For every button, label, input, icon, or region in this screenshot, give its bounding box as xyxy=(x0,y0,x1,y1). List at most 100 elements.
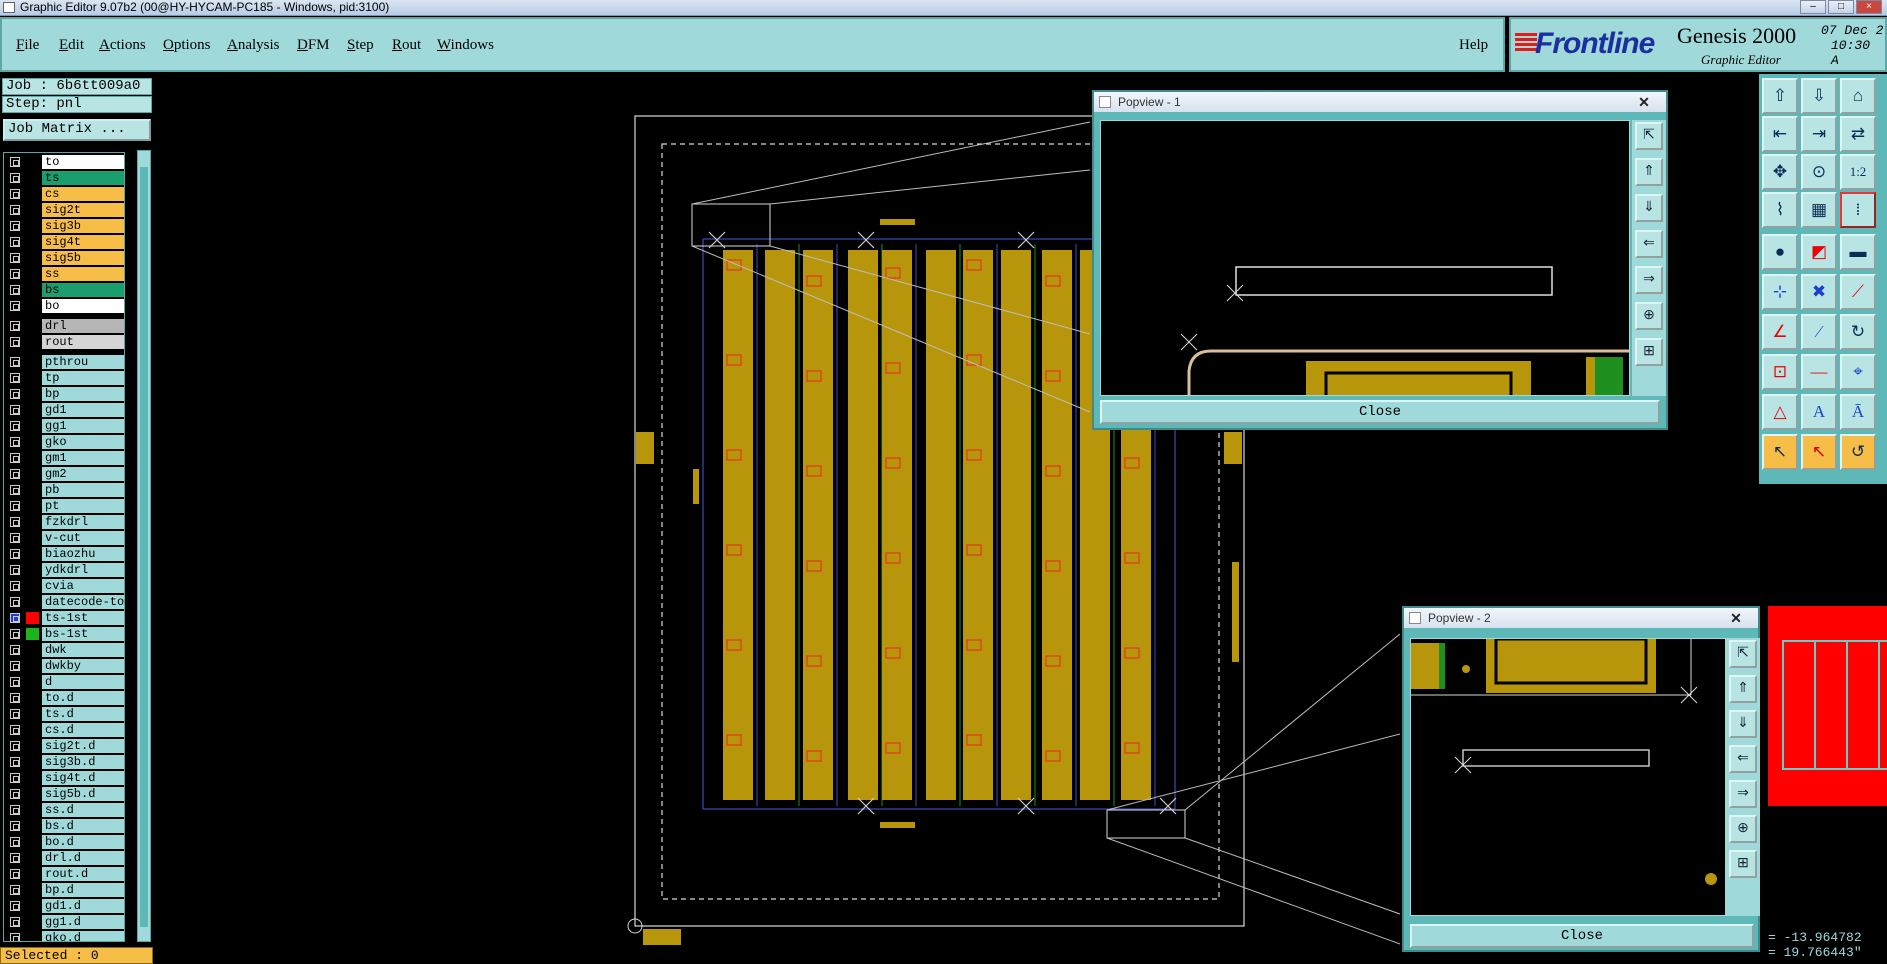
layer-row-pt[interactable]: pt xyxy=(4,499,124,513)
layer-checkbox[interactable] xyxy=(10,373,20,383)
job-matrix-button[interactable]: Job Matrix ... xyxy=(3,119,151,141)
barcode-icon[interactable]: ▬ xyxy=(1840,234,1876,270)
delete-feature-icon[interactable]: ✖ xyxy=(1801,274,1837,310)
layer-name[interactable]: to.d xyxy=(42,691,124,705)
pan-left-icon[interactable]: ⇐ xyxy=(1635,230,1663,258)
move-left-icon[interactable]: ⇤ xyxy=(1762,116,1798,152)
popview-1-close-button[interactable]: Close xyxy=(1100,400,1660,424)
layer-row-fzkdrl[interactable]: fzkdrl xyxy=(4,515,124,529)
layer-checkbox[interactable] xyxy=(10,357,20,367)
layer-name[interactable]: ts xyxy=(42,171,124,185)
pad-add-icon[interactable]: ⊡ xyxy=(1762,354,1798,390)
layer-row-pthrou[interactable]: pthrou xyxy=(4,355,124,369)
zoom-home-icon[interactable]: ⊞ xyxy=(1729,850,1757,878)
popview-1-viewport[interactable] xyxy=(1100,120,1630,396)
layer-checkbox[interactable] xyxy=(10,221,20,231)
layer-checkbox[interactable] xyxy=(10,821,20,831)
menu-help[interactable]: Help xyxy=(1459,37,1488,54)
layer-name[interactable]: tp xyxy=(42,371,124,385)
layer-name[interactable]: gg1 xyxy=(42,419,124,433)
layer-name[interactable]: sig3b.d xyxy=(42,755,124,769)
layer-row-bs[interactable]: bs xyxy=(4,283,124,297)
layer-checkbox[interactable] xyxy=(10,661,20,671)
layer-checkbox[interactable] xyxy=(10,757,20,767)
layer-checkbox[interactable] xyxy=(10,677,20,687)
layer-name[interactable]: gd1 xyxy=(42,403,124,417)
layer-name[interactable]: drl.d xyxy=(42,851,124,865)
layer-row-ydkdrl[interactable]: ydkdrl xyxy=(4,563,124,577)
layer-row-gd1[interactable]: gd1 xyxy=(4,403,124,417)
layer-row-sig4t[interactable]: sig4t xyxy=(4,235,124,249)
layer-name[interactable]: sig2t xyxy=(42,203,124,217)
menu-step[interactable]: Step xyxy=(347,37,374,54)
layer-row-datecode-to[interactable]: datecode-to xyxy=(4,595,124,609)
pan-left-icon[interactable]: ⇐ xyxy=(1729,745,1757,773)
layer-checkbox[interactable] xyxy=(10,917,20,927)
split-line-icon[interactable]: — xyxy=(1801,354,1837,390)
menu-analysis[interactable]: Analysis xyxy=(227,37,280,54)
layer-checkbox[interactable] xyxy=(10,453,20,463)
layer-row-gd1.d[interactable]: gd1.d xyxy=(4,899,124,913)
swap-icon[interactable]: ⇄ xyxy=(1840,116,1876,152)
polygon-icon[interactable]: ◩ xyxy=(1801,234,1837,270)
layer-name[interactable]: gm1 xyxy=(42,451,124,465)
layer-row-bp[interactable]: bp xyxy=(4,387,124,401)
layer-row-cvia[interactable]: cvia xyxy=(4,579,124,593)
scale-1-2-icon[interactable]: 1:2 xyxy=(1840,154,1876,190)
layer-checkbox[interactable] xyxy=(10,741,20,751)
layer-name[interactable]: d xyxy=(42,675,124,689)
layer-name[interactable]: pb xyxy=(42,483,124,497)
layer-name[interactable]: sig5b xyxy=(42,251,124,265)
layer-name[interactable]: drl xyxy=(42,319,124,333)
layer-name[interactable]: rout xyxy=(42,335,124,349)
zoom-fit-icon[interactable]: ⇱ xyxy=(1635,122,1663,150)
home-icon[interactable]: ⌂ xyxy=(1840,78,1876,114)
layer-row-dwkby[interactable]: dwkby xyxy=(4,659,124,673)
layer-checkbox[interactable] xyxy=(10,189,20,199)
save-icon[interactable]: ⇩ xyxy=(1801,78,1837,114)
layer-name[interactable]: gko xyxy=(42,435,124,449)
layer-name[interactable]: bs-1st xyxy=(42,627,124,641)
layer-row-cs[interactable]: cs xyxy=(4,187,124,201)
layer-checkbox[interactable] xyxy=(10,301,20,311)
popview-2-close-button[interactable]: Close xyxy=(1410,924,1754,948)
menu-windows[interactable]: Windows xyxy=(437,37,494,54)
layer-row-gko[interactable]: gko xyxy=(4,435,124,449)
layer-row-ts.d[interactable]: ts.d xyxy=(4,707,124,721)
layer-checkbox[interactable] xyxy=(10,613,20,623)
layer-checkbox[interactable] xyxy=(10,709,20,719)
layer-name[interactable]: fzkdrl xyxy=(42,515,124,529)
layer-name[interactable]: datecode-to xyxy=(42,595,124,609)
layer-row-drl.d[interactable]: drl.d xyxy=(4,851,124,865)
layer-color-swatch[interactable] xyxy=(26,628,39,640)
zoom-fit-icon[interactable]: ⇱ xyxy=(1729,640,1757,668)
layer-name[interactable]: sig4t.d xyxy=(42,771,124,785)
layer-name[interactable]: dwk xyxy=(42,643,124,657)
layer-checkbox[interactable] xyxy=(10,645,20,655)
layer-row-d[interactable]: d xyxy=(4,675,124,689)
layer-row-ss.d[interactable]: ss.d xyxy=(4,803,124,817)
scrollbar-thumb[interactable] xyxy=(140,167,148,927)
layer-checkbox[interactable] xyxy=(10,885,20,895)
zoom-extent-icon[interactable]: ✥ xyxy=(1762,154,1798,190)
zoom-center-icon[interactable]: ⊙ xyxy=(1801,154,1837,190)
menu-rout[interactable]: Rout xyxy=(392,37,421,54)
pan-right-icon[interactable]: ⇒ xyxy=(1729,780,1757,808)
layer-row-dwk[interactable]: dwk xyxy=(4,643,124,657)
layer-checkbox[interactable] xyxy=(10,565,20,575)
layer-checkbox[interactable] xyxy=(10,237,20,247)
layer-name[interactable]: gm2 xyxy=(42,467,124,481)
layer-row-v-cut[interactable]: v-cut xyxy=(4,531,124,545)
layer-checkbox[interactable] xyxy=(10,837,20,847)
layer-name[interactable]: bo.d xyxy=(42,835,124,849)
layer-checkbox[interactable] xyxy=(10,629,20,639)
zoom-area-icon[interactable]: ⊕ xyxy=(1635,302,1663,330)
layer-checkbox[interactable] xyxy=(10,205,20,215)
layer-row-gm2[interactable]: gm2 xyxy=(4,467,124,481)
layer-row-sig5b[interactable]: sig5b xyxy=(4,251,124,265)
menu-edit[interactable]: Edit xyxy=(59,37,84,54)
menu-file[interactable]: File xyxy=(16,37,39,54)
zoom-out-icon[interactable]: ⇓ xyxy=(1635,194,1663,222)
layer-name[interactable]: cvia xyxy=(42,579,124,593)
layer-row-rout[interactable]: rout xyxy=(4,335,124,349)
